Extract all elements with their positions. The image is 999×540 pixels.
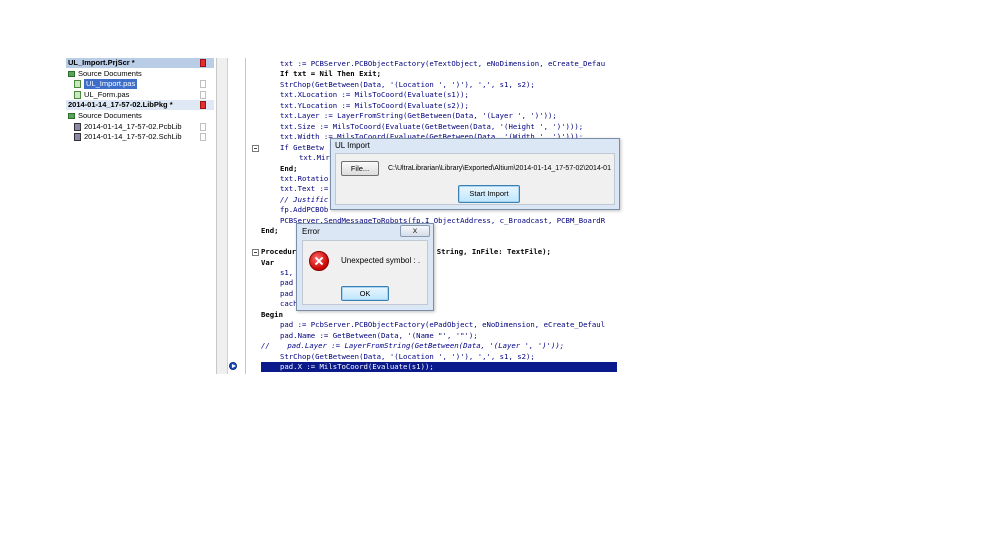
tree-item-label: 2014-01-14_17-57-02.LibPkg * [68,100,173,110]
library-path-text: C:\UltraLibrarian\Library\Exported\Altiu… [388,165,611,172]
fold-toggle-icon[interactable] [252,144,259,152]
close-button[interactable]: x [400,225,430,237]
document-node[interactable]: 2014-01-14_17-57-02.PcbLib [66,122,214,132]
tree-item-label: 2014-01-14_17-57-02.PcbLib [84,121,182,131]
error-message: Unexpected symbol : . [341,256,421,265]
ul-import-dialog: UL Import File... C:\UltraLibrarian\Libr… [330,138,620,210]
tree-item-label: 2014-01-14_17-57-02.SchLib [84,132,182,142]
code-line[interactable]: If txt = Nil Then Exit; [261,69,617,79]
code-line[interactable]: txt.Layer := LayerFromString(GetBetween(… [261,111,617,121]
modified-project-icon [200,101,206,110]
code-line[interactable]: pad.X := MilsToCoord(Evaluate(s1)); [261,362,617,373]
code-line[interactable]: txt := PCBServer.PCBObjectFactory(eTextO… [261,59,617,69]
start-import-button[interactable]: Start Import [458,185,520,203]
fold-toggle-icon[interactable] [252,249,259,257]
fold-gutter-line [245,58,246,374]
code-line[interactable]: txt.YLocation := MilsToCoord(Evaluate(s2… [261,101,617,111]
document-node[interactable]: UL_Import.pas [66,79,214,90]
editor-gutter [217,58,228,374]
tree-item-label: Source Documents [78,111,142,120]
error-icon [309,251,329,271]
file-button[interactable]: File... [341,161,379,176]
document-status-icon [200,80,206,89]
code-line[interactable]: txt.Size := MilsToCoord(Evaluate(GetBetw… [261,122,617,132]
tree-item-label: UL_Import.pas [84,79,138,90]
code-line[interactable]: Begin [261,310,617,320]
document-node[interactable]: UL_Form.pas [66,90,214,100]
document-status-icon [200,122,206,131]
document-node[interactable]: 2014-01-14_17-57-02.SchLib [66,132,214,142]
ul-import-body: File... C:\UltraLibrarian\Library\Export… [335,153,615,205]
folder-icon [68,113,75,119]
tree-item-label: UL_Import.PrjScr * [68,58,135,67]
folder-node[interactable]: Source Documents [66,69,214,79]
code-line[interactable]: pad.Name := GetBetween(Data, '(Name "', … [261,331,617,341]
pascal-file-icon [74,90,81,99]
code-line[interactable]: pad := PcbServer.PCBObjectFactory(ePadOb… [261,320,617,330]
project-node[interactable]: 2014-01-14_17-57-02.LibPkg * [66,100,214,111]
modified-project-icon [200,59,206,67]
error-title: Error [302,227,320,236]
library-file-icon [74,133,81,142]
code-line[interactable]: // pad.Layer := LayerFromString(GetBetwe… [261,341,617,351]
code-editor[interactable]: txt := PCBServer.PCBObjectFactory(eTextO… [216,58,617,374]
project-panel: UL_Import.PrjScr * Source Documents UL_Imp… [66,58,217,146]
tree-item-label: UL_Form.pas [84,89,130,99]
folder-node[interactable]: Source Documents [66,111,214,121]
folder-icon [68,70,75,77]
execution-point-icon [229,362,237,370]
code-line[interactable]: StrChop(GetBetween(Data, '(Location ', '… [261,352,617,362]
error-body: Unexpected symbol : . OK [302,240,428,305]
pascal-file-icon [74,80,81,89]
error-dialog: Error x Unexpected symbol : . OK [296,223,434,311]
code-line[interactable]: txt.XLocation := MilsToCoord(Evaluate(s1… [261,90,617,100]
code-line[interactable]: StrChop(GetBetween(Data, '(Location ', '… [261,80,617,90]
library-file-icon [74,122,81,131]
ul-import-title: UL Import [335,141,370,150]
ok-button[interactable]: OK [341,286,389,301]
tree-item-label: Source Documents [78,68,142,78]
project-node[interactable]: UL_Import.PrjScr * [66,58,214,68]
document-status-icon [200,133,206,142]
document-status-icon [200,90,206,99]
